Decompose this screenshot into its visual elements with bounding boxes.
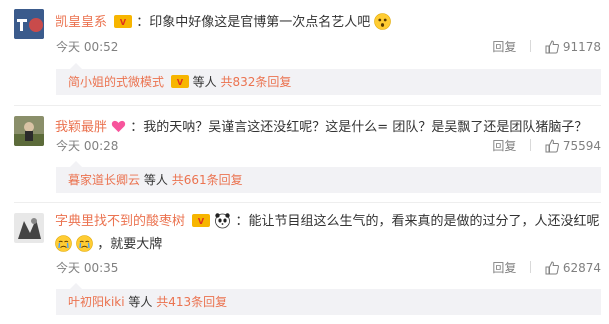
timestamp: 今天 00:52 bbox=[56, 40, 119, 54]
vip-badge-icon: V bbox=[192, 214, 211, 227]
svg-text:V: V bbox=[120, 18, 127, 27]
reply-others-text: 等人 bbox=[128, 295, 153, 309]
comment-text: ：印象中好像这是官博第一次点名艺人吧 bbox=[136, 15, 371, 30]
action-divider bbox=[530, 139, 532, 151]
reply-box-arrow bbox=[70, 283, 82, 289]
reply-button[interactable]: 回复 bbox=[492, 259, 516, 276]
avatar[interactable] bbox=[14, 213, 44, 243]
thumbs-up-icon bbox=[545, 261, 559, 275]
like-count: 91178 bbox=[562, 40, 601, 54]
heart-icon bbox=[112, 120, 126, 133]
like-count: 62874 bbox=[562, 261, 601, 275]
panda-icon bbox=[215, 213, 231, 229]
thumbs-up-icon bbox=[545, 139, 559, 153]
svg-text:V: V bbox=[177, 78, 184, 87]
thumbs-up-icon bbox=[545, 40, 559, 54]
comment-line: 字典里找不到的酸枣树 V ：能让节目组这么生气的，看来真的是做的过分了，人还没红… bbox=[55, 210, 599, 229]
avatar[interactable] bbox=[14, 9, 44, 39]
reply-others-text: 等人 bbox=[192, 75, 217, 89]
comment-text-continuation: ，就要大牌 bbox=[55, 233, 162, 252]
avatar-image bbox=[14, 9, 44, 39]
comment-text: ：我的天呐？吴谨言这还没红呢？这是什么= 团队？是吴飘了还是团队猪脑子？ bbox=[130, 120, 588, 135]
username-link[interactable]: 我颖最胖 bbox=[55, 120, 107, 135]
comment-line: 我颖最胖 ：我的天呐？吴谨言这还没红呢？这是什么= 团队？是吴飘了还是团队猪脑子… bbox=[55, 116, 587, 135]
comment-actions: 回复 75594 bbox=[482, 137, 601, 154]
reply-total-link[interactable]: 共413条回复 bbox=[156, 295, 227, 309]
timestamp: 今天 00:28 bbox=[56, 139, 119, 153]
crying-emoji-icon bbox=[55, 235, 72, 252]
reply-button[interactable]: 回复 bbox=[492, 38, 516, 55]
reply-button[interactable]: 回复 bbox=[492, 137, 516, 154]
replies-summary[interactable]: 叶初阳kiki 等人 共413条回复 bbox=[56, 283, 601, 315]
avatar[interactable] bbox=[14, 116, 44, 146]
like-button[interactable]: 75594 bbox=[545, 139, 601, 153]
comment-actions: 回复 91178 bbox=[482, 38, 601, 55]
comment-divider bbox=[14, 202, 601, 203]
like-button[interactable]: 91178 bbox=[545, 40, 601, 54]
like-button[interactable]: 62874 bbox=[545, 261, 601, 275]
vip-badge-icon: V bbox=[114, 15, 133, 28]
reply-author-link[interactable]: 暮家道长卿云 bbox=[68, 173, 140, 187]
comment-divider bbox=[14, 105, 601, 106]
comment-text-tail: ，就要大牌 bbox=[97, 237, 163, 252]
avatar-image bbox=[14, 116, 44, 146]
comment-actions: 回复 62874 bbox=[482, 259, 601, 276]
reply-others-text: 等人 bbox=[143, 173, 168, 187]
comment-text: ：能让节目组这么生气的，看来真的是做的过分了，人还没红呢 bbox=[235, 214, 600, 229]
action-divider bbox=[530, 261, 532, 273]
reply-total-link[interactable]: 共661条回复 bbox=[172, 173, 243, 187]
timestamp: 今天 00:35 bbox=[56, 261, 119, 275]
reply-box-arrow bbox=[70, 161, 82, 167]
reply-author-link[interactable]: 叶初阳kiki bbox=[68, 295, 125, 309]
like-count: 75594 bbox=[562, 139, 601, 153]
replies-summary[interactable]: 暮家道长卿云 等人 共661条回复 bbox=[56, 161, 601, 193]
avatar-image bbox=[14, 213, 44, 243]
reply-total-link[interactable]: 共832条回复 bbox=[221, 75, 292, 89]
comment-line: 凯皇皇系 V ：印象中好像这是官博第一次点名艺人吧 bbox=[55, 11, 392, 30]
username-link[interactable]: 凯皇皇系 bbox=[55, 15, 107, 30]
svg-text:V: V bbox=[198, 217, 205, 226]
vip-badge-icon: V bbox=[170, 75, 189, 88]
surprised-emoji-icon bbox=[374, 13, 392, 30]
replies-summary[interactable]: 简小姐的式微模式 V 等人 共832条回复 bbox=[56, 63, 601, 95]
crying-emoji-icon bbox=[76, 235, 93, 252]
username-link[interactable]: 字典里找不到的酸枣树 bbox=[55, 214, 185, 229]
reply-author-link[interactable]: 简小姐的式微模式 bbox=[68, 75, 164, 89]
reply-box-arrow bbox=[70, 63, 82, 69]
action-divider bbox=[530, 40, 532, 52]
